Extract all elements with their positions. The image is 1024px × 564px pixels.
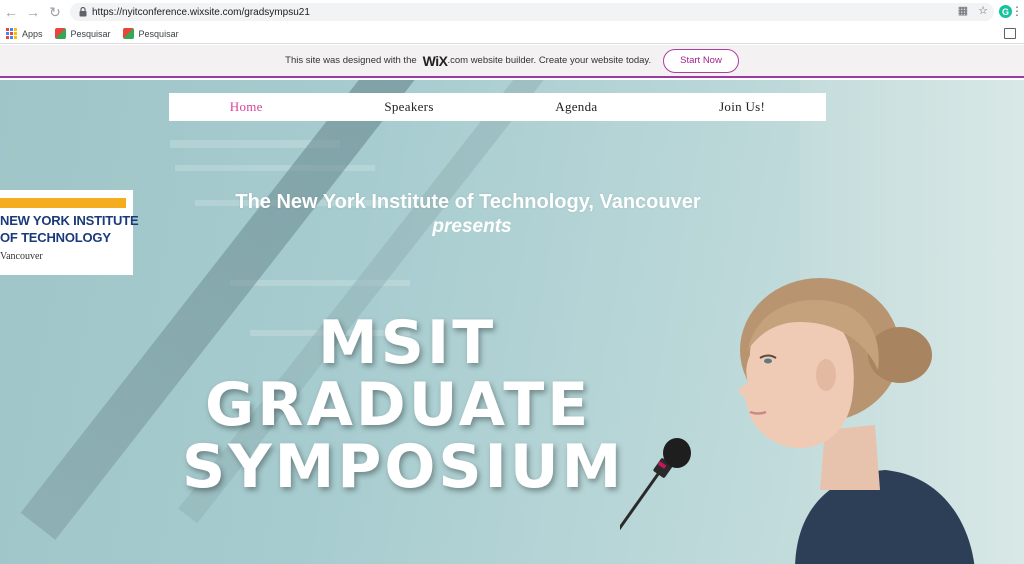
bookmark-label: Pesquisar <box>70 28 111 39</box>
nav-home[interactable]: Home <box>230 99 263 115</box>
reading-list-icon[interactable] <box>1004 28 1016 39</box>
banner-text-after: .com website builder. Create your websit… <box>447 55 652 66</box>
logo-line-3: Vancouver <box>0 251 43 262</box>
institution-heading: The New York Institute of Technology, Va… <box>235 191 701 213</box>
nav-agenda[interactable]: Agenda <box>555 99 597 115</box>
bookmark-favicon-icon <box>122 28 134 39</box>
lock-icon <box>74 7 92 17</box>
wix-promo-banner: This site was designed with the WiX .com… <box>0 45 1024 78</box>
bookmark-pesquisar-1[interactable]: Pesquisar <box>54 28 111 39</box>
bookmark-star-icon[interactable]: ☆ <box>978 4 988 17</box>
speaker-photo <box>620 278 975 564</box>
bookmark-label: Pesquisar <box>138 28 179 39</box>
banner-text-before: This site was designed with the <box>285 55 417 66</box>
url-text: https://nyitconference.wixsite.com/grads… <box>92 6 310 18</box>
apps-grid-icon <box>6 28 17 39</box>
title-line-3: SYMPOSIUM <box>182 432 625 502</box>
bookmark-apps[interactable]: Apps <box>6 28 43 39</box>
back-icon[interactable]: ← <box>0 0 22 24</box>
browser-toolbar: ← → ↻ https://nyitconference.wixsite.com… <box>0 0 1024 24</box>
menu-icon[interactable]: ⋮ <box>1011 4 1023 18</box>
start-now-button[interactable]: Start Now <box>663 48 739 73</box>
title-line-2: GRADUATE <box>205 370 592 440</box>
reload-icon[interactable]: ↻ <box>44 0 66 24</box>
forward-icon[interactable]: → <box>22 0 44 24</box>
bookmark-favicon-icon <box>54 28 66 39</box>
nav-join-us[interactable]: Join Us! <box>719 99 765 115</box>
bookmark-pesquisar-2[interactable]: Pesquisar <box>122 28 179 39</box>
hero-section: Home Speakers Agenda Join Us! NEW YORK I… <box>0 80 1024 564</box>
bookmark-label: Apps <box>22 28 43 39</box>
qr-code-icon[interactable]: ▦ <box>958 4 968 17</box>
wix-logo: WiX <box>422 52 448 69</box>
title-line-1: MSIT <box>318 308 497 378</box>
main-navigation: Home Speakers Agenda Join Us! <box>169 93 826 121</box>
presents-text: presents <box>432 216 512 237</box>
address-bar[interactable]: https://nyitconference.wixsite.com/grads… <box>70 3 994 21</box>
nav-speakers[interactable]: Speakers <box>384 99 433 115</box>
bookmarks-bar: Apps Pesquisar Pesquisar <box>0 24 1024 44</box>
